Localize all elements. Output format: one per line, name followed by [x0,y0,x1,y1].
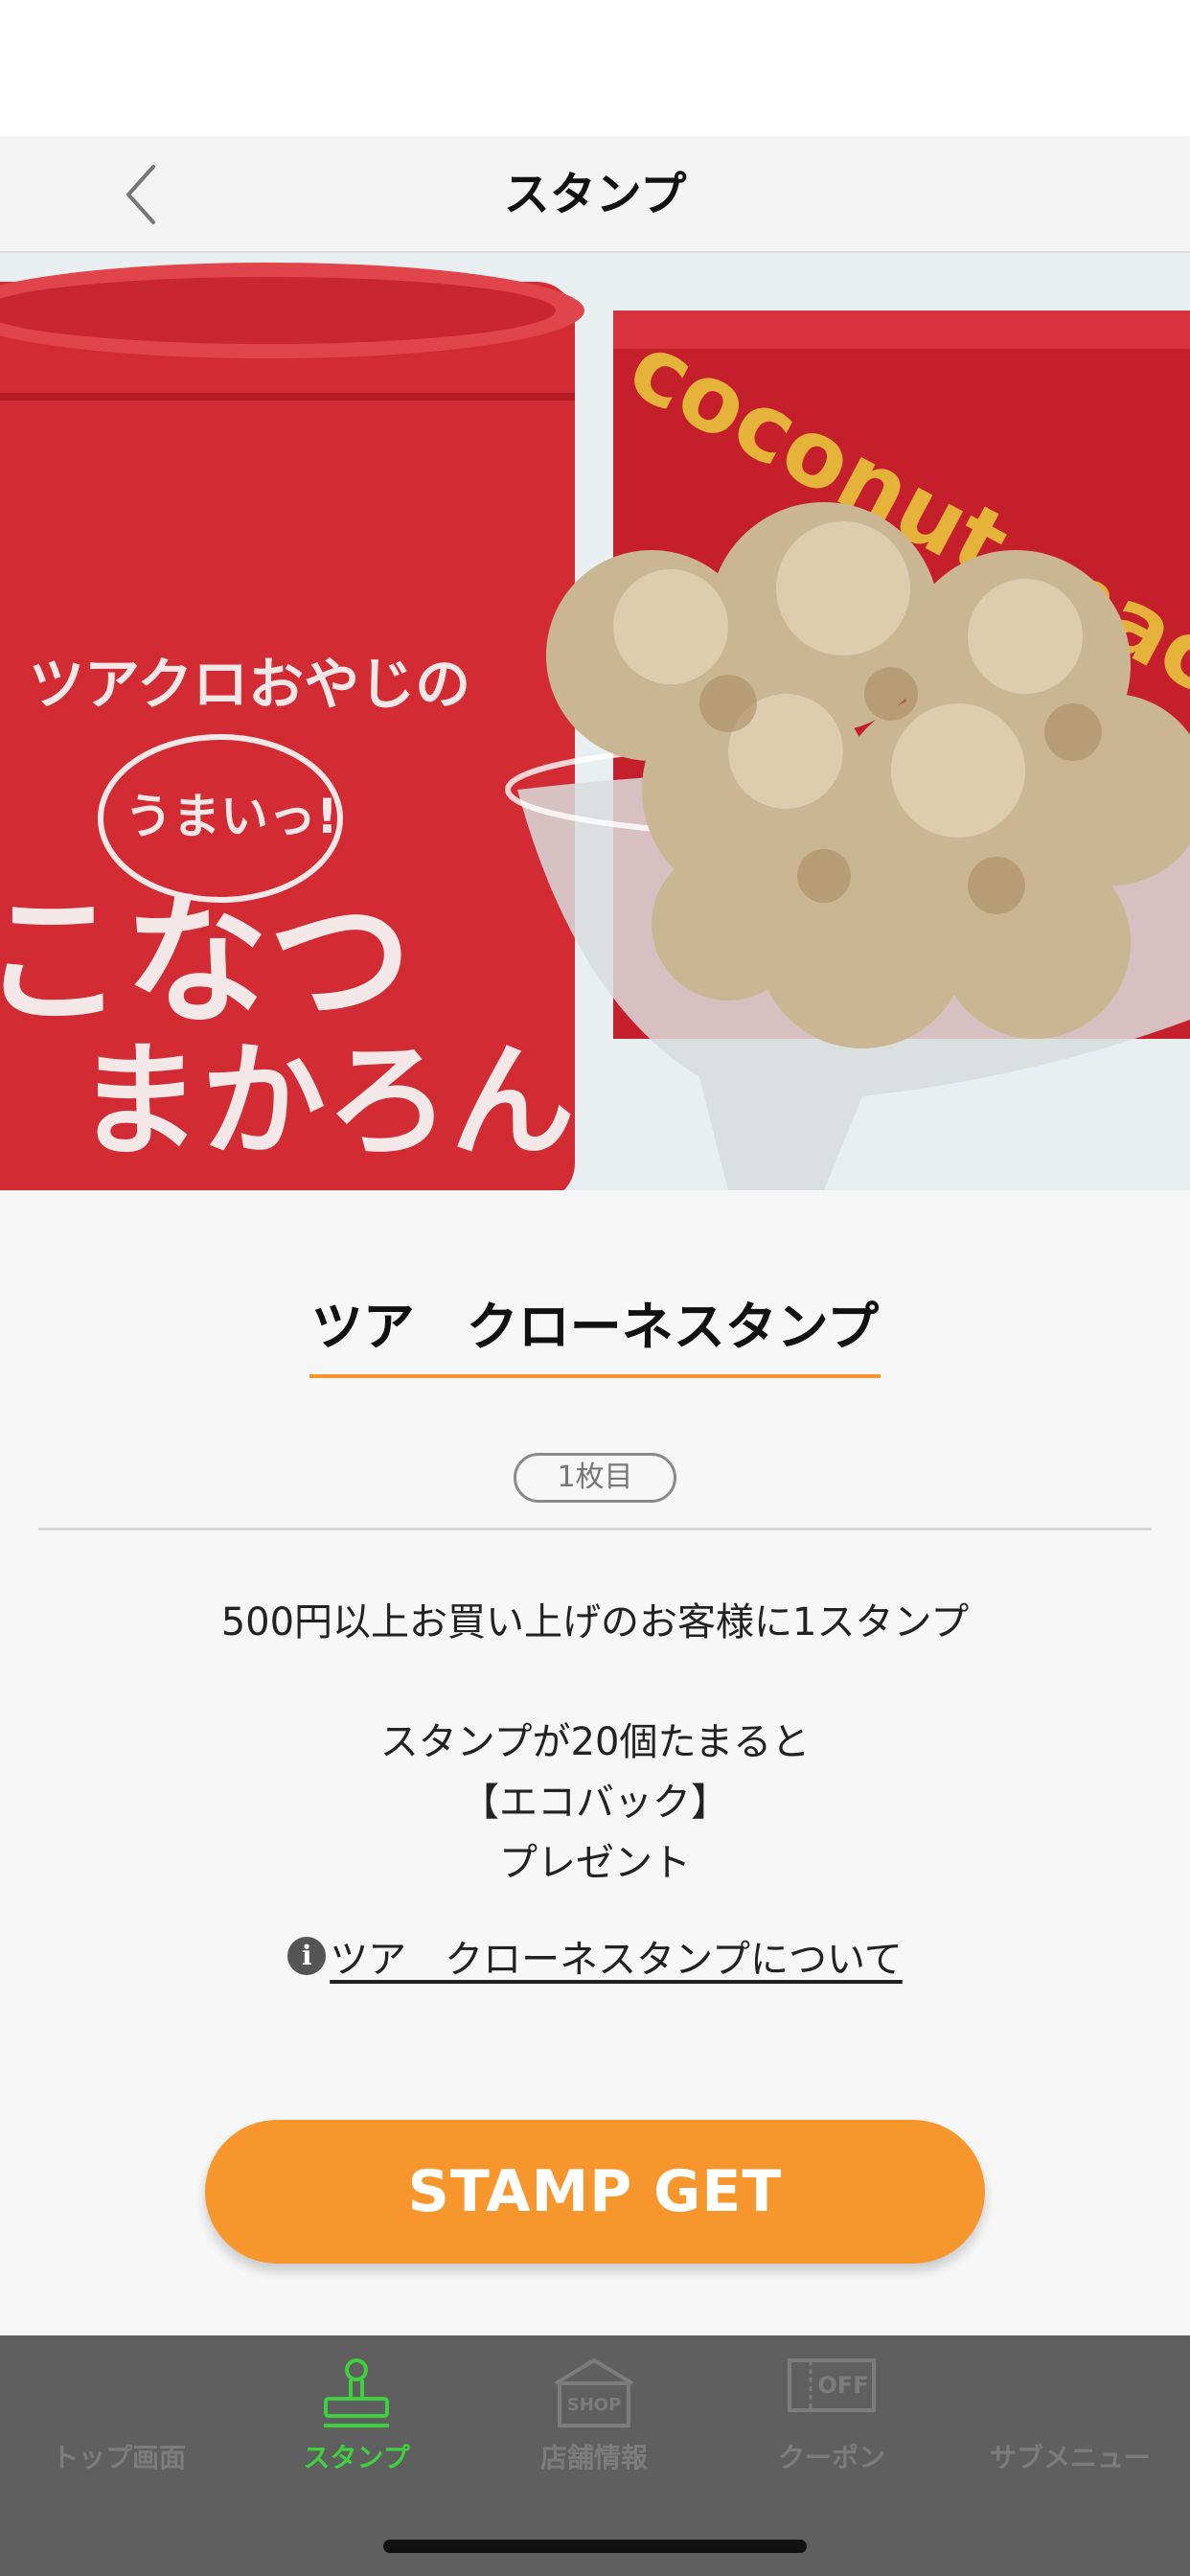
tab-stamp[interactable]: スタンプ [238,2335,475,2527]
tab-coupon-label: クーポン [777,2442,885,2473]
shop-icon-text: SHOP [567,2395,622,2415]
hero-image: coconut macaron ツアクロおやじの うまいっ! こなつ まかろん [0,253,1190,1190]
header: スタンプ [0,136,1190,253]
reward-text-3: プレゼント [499,1841,691,1885]
macaron-photo: coconut macaron ツアクロおやじの うまいっ! こなつ まかろん [0,253,1190,1190]
tin-bubble-text: うまいっ! [125,789,338,844]
tin-text-3: まかろん [77,1028,575,1174]
tab-shop-label: 店舗情報 [539,2442,648,2473]
coupon-icon-text: OFF [817,2372,868,2399]
reward-text-1: スタンプが20個たまると [379,1720,811,1764]
reward-text-2: 【エコバック】 [461,1781,729,1825]
status-bar [0,0,1190,136]
tab-submenu-label: サブメニュー [989,2442,1151,2473]
stamp-screen: スタンプ coconut macaron ツアクロおやじの うまいっ! こなつ … [0,0,1190,2576]
stamp-get-button[interactable]: STAMP GET [205,2120,985,2264]
stamp-details: ツア クローネスタンプ 1枚目 500円以上お買い上げのお客様に1スタンプ スタ… [0,1190,1190,2335]
stamp-count-badge: 1枚目 [514,1453,676,1503]
tab-shop[interactable]: SHOP 店舗情報 [475,2335,713,2527]
shop-icon: SHOP [554,2358,634,2427]
coupon-icon: OFF [788,2358,876,2412]
tab-top[interactable]: トップ画面 [0,2335,238,2527]
page-title: スタンプ [503,168,687,221]
tab-coupon[interactable]: OFF クーポン [713,2335,950,2527]
tab-submenu[interactable]: サブメニュー [950,2335,1190,2527]
about-stamp-link-text[interactable]: ツア クローネスタンプについて [330,1928,903,1984]
tin-text-1: ツアクロおやじの [29,652,470,717]
home-indicator [383,2540,807,2553]
stamp-card-title: ツア クローネスタンプ [309,1294,881,1378]
tab-top-label: トップ画面 [51,2442,186,2473]
about-stamp-link[interactable]: i ツア クローネスタンプについて [0,1928,1190,1984]
stamp-icon [324,2358,389,2427]
tin-text-2: こなつ [0,878,412,1045]
tab-stamp-label: スタンプ [303,2442,410,2473]
stamp-condition-text: 500円以上お買い上げのお客様に1スタンプ [220,1600,970,1644]
divider [38,1528,1152,1530]
info-icon: i [287,1937,327,1975]
